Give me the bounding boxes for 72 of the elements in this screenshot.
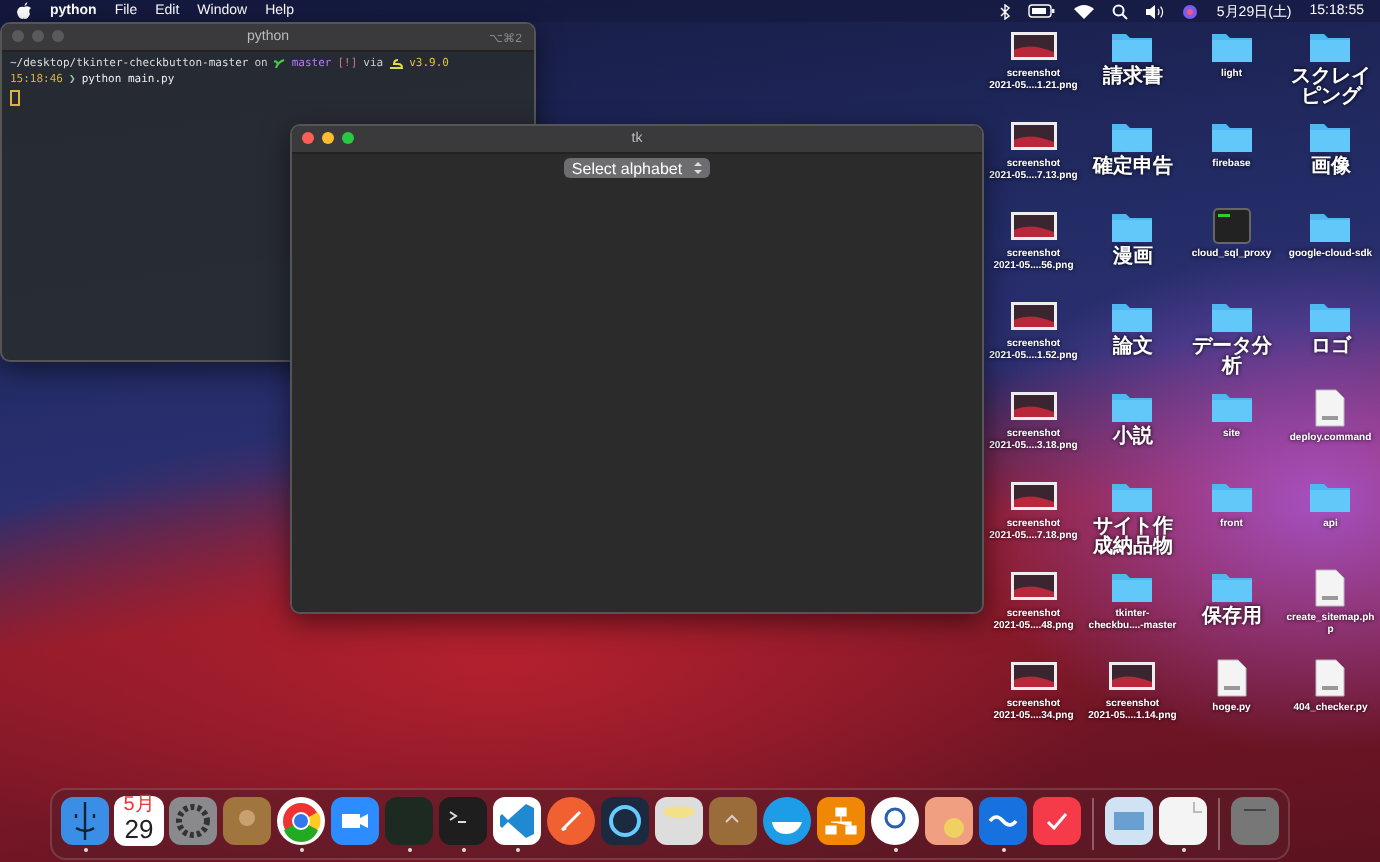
document-icon <box>1314 658 1347 698</box>
file-name: 確定申告 <box>1090 158 1175 178</box>
video-camera-icon[interactable] <box>330 796 380 846</box>
bluetooth-icon[interactable] <box>1000 3 1011 19</box>
window-control[interactable] <box>302 132 314 144</box>
folder-icon <box>1209 388 1254 424</box>
folder-icon <box>1308 28 1353 64</box>
window-control[interactable] <box>322 132 334 144</box>
folder-icon <box>1209 28 1254 64</box>
alphabet-dropdown[interactable]: Select alphabet <box>563 158 711 178</box>
folder-icon <box>1308 208 1353 244</box>
colored-circle-icon[interactable] <box>276 796 326 846</box>
folder-icon <box>1209 478 1254 514</box>
code-editor-icon[interactable] <box>492 796 542 846</box>
folder-icon <box>1110 478 1155 514</box>
window-control[interactable] <box>342 132 354 144</box>
search-icon[interactable] <box>1112 3 1129 19</box>
screenshot-thumbnail-icon <box>1009 208 1058 244</box>
screenshot-thumbnail-icon <box>1108 658 1157 694</box>
wifi-icon[interactable] <box>1074 3 1095 19</box>
document-icon <box>1215 658 1248 698</box>
folder-icon <box>1209 568 1254 604</box>
file-name: 漫画 <box>1110 248 1155 268</box>
file-name: サイト作成納品物 <box>1090 518 1175 558</box>
text-cursor <box>10 90 20 106</box>
apple-logo-icon[interactable] <box>16 2 32 20</box>
file-name: スクレイピング <box>1288 68 1373 108</box>
screenshot-thumbnail-icon <box>1009 298 1058 334</box>
calendar-icon[interactable]: 5月 29 <box>114 796 164 846</box>
file-name: 請求書 <box>1100 68 1165 88</box>
calendar-day: 29 <box>124 816 154 844</box>
folder-icon <box>1110 208 1155 244</box>
folder-icon <box>1308 478 1353 514</box>
database-stack-icon[interactable] <box>654 796 704 846</box>
blank-document-icon[interactable] <box>1158 796 1208 846</box>
document-icon <box>1314 388 1347 428</box>
folder-icon <box>1308 298 1353 334</box>
folder-icon <box>1110 118 1155 154</box>
screenshot-thumbnail-icon <box>1009 478 1058 514</box>
gear-icon[interactable] <box>168 796 218 846</box>
folder-icon <box>1209 298 1254 334</box>
folder-icon <box>1110 28 1155 64</box>
trash-icon[interactable] <box>1230 796 1280 846</box>
smiling-face-icon[interactable] <box>60 796 110 846</box>
photo-stack-icon[interactable] <box>1104 796 1154 846</box>
folder-icon <box>1209 118 1254 154</box>
file-name: 論文 <box>1110 338 1155 358</box>
file-name: 小説 <box>1110 428 1155 448</box>
folder-icon <box>1110 298 1155 334</box>
terminal-icon <box>1211 208 1252 244</box>
address-book-icon[interactable] <box>222 796 272 846</box>
speaker-icon[interactable] <box>1146 3 1165 19</box>
file-name: 保存用 <box>1199 608 1264 628</box>
screenshot-thumbnail-icon <box>1009 388 1058 424</box>
folder-icon <box>1110 388 1155 424</box>
document-icon <box>1314 568 1347 608</box>
calendar-month: 5月 <box>123 796 155 816</box>
folder-icon <box>1110 568 1155 604</box>
file-name: ロゴ <box>1308 338 1354 358</box>
file-name: データ分析 <box>1189 338 1274 378</box>
screenshot-thumbnail-icon <box>1009 118 1058 154</box>
battery-icon[interactable] <box>1028 4 1057 18</box>
sprout-icon <box>273 58 286 70</box>
colored-circle-icon[interactable] <box>1182 3 1199 19</box>
screenshot-thumbnail-icon <box>1009 658 1058 694</box>
screenshot-thumbnail-icon <box>1009 568 1058 604</box>
caret-icon <box>694 162 703 174</box>
pen-icon[interactable] <box>546 796 596 846</box>
file-name: 画像 <box>1308 158 1353 178</box>
folder-icon <box>1308 118 1353 154</box>
screenshot-thumbnail-icon <box>1009 28 1058 64</box>
diagram-icon[interactable] <box>816 796 866 846</box>
